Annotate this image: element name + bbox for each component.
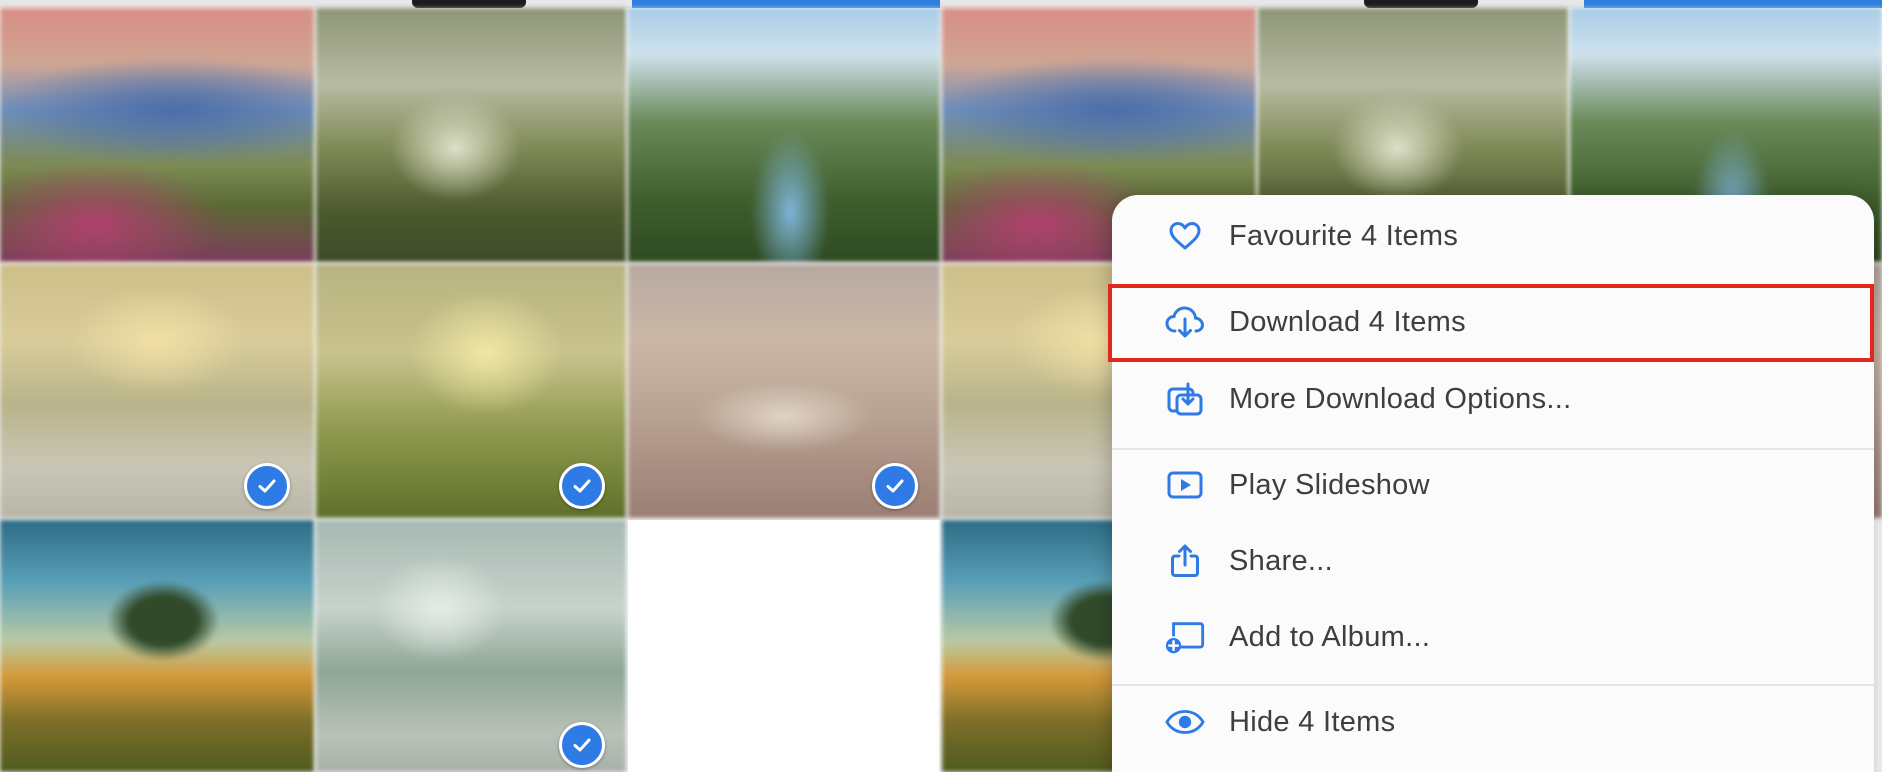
empty-grid-cell [628, 520, 940, 772]
menu-item-label: Favourite 4 Items [1229, 219, 1459, 252]
photo-thumbnail[interactable] [0, 520, 314, 772]
selected-checkmark-icon[interactable] [559, 463, 605, 509]
selected-checkmark-icon[interactable] [244, 463, 290, 509]
menu-item-download[interactable]: Download 4 Items [1112, 287, 1874, 357]
menu-item-label: Play Slideshow [1229, 468, 1430, 501]
menu-item-more-download-options[interactable]: More Download Options... [1112, 364, 1874, 434]
menu-item-label: Share... [1229, 544, 1333, 577]
menu-item-favourite[interactable]: Favourite 4 Items [1112, 201, 1874, 271]
eye-icon [1164, 704, 1206, 740]
selected-checkmark-icon[interactable] [559, 722, 605, 768]
menu-item-label: Hide 4 Items [1229, 705, 1396, 738]
download-options-icon [1164, 381, 1206, 417]
selected-checkmark-icon[interactable] [872, 463, 918, 509]
share-icon [1164, 543, 1206, 579]
context-menu: Favourite 4 Items Download 4 Items More … [1112, 195, 1874, 772]
slideshow-play-icon [1164, 467, 1206, 503]
selection-indicator [1584, 0, 1882, 8]
toolbar-fragment [412, 0, 526, 8]
photo-thumbnail[interactable] [316, 8, 626, 262]
menu-item-label: More Download Options... [1229, 382, 1572, 415]
menu-item-hide[interactable]: Hide 4 Items [1112, 687, 1874, 757]
photo-thumbnail[interactable] [628, 8, 940, 262]
photo-thumbnail[interactable] [0, 8, 314, 262]
menu-item-share[interactable]: Share... [1112, 526, 1874, 596]
cloud-download-icon [1164, 304, 1206, 340]
menu-item-label: Download 4 Items [1229, 305, 1466, 338]
menu-item-add-to-album[interactable]: Add to Album... [1112, 602, 1874, 672]
heart-icon [1164, 218, 1206, 254]
selection-indicator [632, 0, 940, 8]
menu-divider [1112, 684, 1874, 686]
menu-item-label: Add to Album... [1229, 620, 1431, 653]
add-to-album-icon [1164, 619, 1206, 655]
top-strip [0, 0, 1882, 8]
toolbar-fragment [1364, 0, 1478, 8]
menu-item-play-slideshow[interactable]: Play Slideshow [1112, 450, 1874, 520]
photos-app-view: Favourite 4 Items Download 4 Items More … [0, 0, 1882, 772]
